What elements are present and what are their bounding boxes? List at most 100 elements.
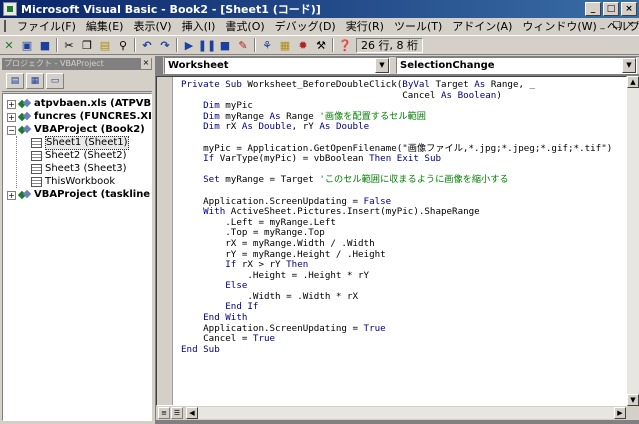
expand-icon[interactable]: + [7,112,16,122]
view-code-icon[interactable]: ▤ [6,72,24,89]
menu-view[interactable]: 表示(V) [128,18,176,34]
scroll-up-icon[interactable]: ▲ [627,76,639,88]
document-icon[interactable] [4,20,6,32]
code-window-header: Worksheet ▼ SelectionChange ▼ [163,57,639,74]
doc-close-button[interactable]: × [624,19,637,31]
undo-icon[interactable]: ↶ [138,37,156,53]
chevron-down-icon[interactable]: ▼ [375,58,389,73]
code-keyword: End If [181,301,259,313]
project-explorer-title-bar[interactable]: プロジェクト - VBAProject × [2,58,152,70]
expand-icon[interactable]: + [7,190,16,200]
tree-node-thisworkbook[interactable]: ThisWorkbook [31,176,115,188]
chevron-down-icon[interactable]: ▼ [622,58,636,73]
code-token: Range, _ [490,79,536,90]
run-icon[interactable]: ▶ [180,37,198,53]
code-token: myPic [225,100,253,112]
design-mode-icon[interactable]: ✎ [234,37,252,53]
window-title: Microsoft Visual Basic - Book2 - [Sheet1… [21,3,321,16]
scroll-left-icon[interactable]: ◀ [186,407,198,419]
menu-addins[interactable]: アドイン(A) [447,18,517,34]
menu-format[interactable]: 書式(O) [220,18,269,34]
code-line[interactable]: Cancel = True [181,333,612,345]
breakpoint-margin[interactable] [157,77,173,405]
procedure-dropdown-value: SelectionChange [400,60,495,71]
expand-icon[interactable]: + [7,99,16,109]
menu-debug[interactable]: デバッグ(D) [270,18,341,34]
tree-node-funcres[interactable]: + funcres (FUNCRES.XLA) [7,111,151,123]
code-line[interactable]: Dim rX As Double, rY As Double [181,122,612,133]
code-text[interactable]: Private Sub Worksheet_BeforeDoubleClick(… [181,79,612,356]
cursor-position-status: 26 行, 8 桁 [356,37,423,53]
doc-restore-button[interactable]: □ [610,19,623,31]
menu-tools[interactable]: ツール(T) [389,18,447,34]
project-explorer-icon[interactable]: ⚘ [258,37,276,53]
scroll-down-icon[interactable]: ▼ [627,394,639,406]
code-token: rX [225,121,242,133]
code-token: .Left = myRange.Left [181,216,336,228]
code-line[interactable]: If VarType(myPic) = vbBoolean Then Exit … [181,153,612,165]
menu-edit[interactable]: 編集(E) [81,18,129,34]
excel-view-icon[interactable]: ✕ [0,37,18,53]
redo-icon[interactable]: ↷ [156,37,174,53]
break-icon[interactable]: ❚❚ [198,37,216,53]
menu-file[interactable]: ファイル(F) [12,18,81,34]
properties-window-icon[interactable]: ▦ [276,37,294,53]
code-window: Worksheet ▼ SelectionChange ▼ Private Su… [155,56,639,424]
doc-minimize-button[interactable]: _ [596,19,609,31]
collapse-icon[interactable]: − [7,125,16,135]
toggle-folders-icon[interactable]: ▭ [46,72,64,89]
cut-icon[interactable]: ✂ [60,37,78,53]
code-token: Application.ScreenUpdating = [181,195,364,207]
object-dropdown[interactable]: Worksheet ▼ [164,57,390,74]
menu-window[interactable]: ウィンドウ(W) [517,18,601,34]
vertical-scrollbar[interactable]: ▲ ▼ [627,76,639,406]
toolbar-separator [56,38,58,52]
code-keyword: With [181,206,231,218]
code-keyword: Then Exit Sub [369,153,442,165]
tree-node-book2[interactable]: − VBAProject (Book2) [7,124,145,136]
procedure-dropdown[interactable]: SelectionChange ▼ [396,57,637,74]
view-object-icon[interactable]: ▦ [26,72,44,89]
sheet-icon [31,138,42,148]
find-icon[interactable]: ⚲ [114,37,132,53]
object-browser-icon[interactable]: ✹ [294,37,312,53]
sheet-icon [31,164,42,174]
tree-node-sheet3[interactable]: Sheet3 (Sheet3) [31,163,127,175]
vbe-app-icon[interactable] [3,2,17,16]
menu-bar: ファイル(F) 編集(E) 表示(V) 挿入(I) 書式(O) デバッグ(D) … [0,18,639,34]
tree-node-sheet2[interactable]: Sheet2 (Sheet2) [31,150,127,162]
maximize-button[interactable]: □ [603,2,619,16]
code-keyword: Private Sub [181,79,248,90]
close-button[interactable]: × [621,2,637,16]
code-token: rY = myRange.Height / .Height [181,248,386,260]
code-keyword: End With [181,312,248,324]
scroll-right-icon[interactable]: ▶ [614,407,626,419]
reset-icon[interactable]: ■ [216,37,234,53]
code-keyword: End Sub [181,343,220,355]
help-icon[interactable]: ❓ [336,37,354,53]
toolbox-icon[interactable]: ⚒ [312,37,330,53]
code-keyword: ByVal [402,79,436,90]
horizontal-scrollbar[interactable]: ◀ ▶ [186,407,626,419]
save-icon[interactable]: ■ [36,37,54,53]
minimize-button[interactable]: _ [585,2,601,16]
tree-node-atpvbaen[interactable]: + atpvbaen.xls (ATPVBAEN [7,98,151,110]
insert-module-icon[interactable]: ▣ [18,37,36,53]
menu-run[interactable]: 実行(R) [341,18,389,34]
full-module-view-icon[interactable]: ☰ [171,407,183,419]
procedure-view-icon[interactable]: ≡ [158,407,170,419]
code-line[interactable]: Set myRange = Target 'このセル範囲に収まるように画像を縮小… [181,175,612,186]
paste-icon[interactable]: ▤ [96,37,114,53]
code-token: myRange = Target [225,174,320,186]
tree-node-sheet1[interactable]: Sheet1 (Sheet1) [31,136,129,150]
menu-insert[interactable]: 挿入(I) [177,18,221,34]
project-tree[interactable]: + atpvbaen.xls (ATPVBAEN + funcres (FUNC… [2,93,152,421]
code-editor[interactable]: Private Sub Worksheet_BeforeDoubleClick(… [156,76,627,406]
code-token: VarType(myPic) = vbBoolean [219,153,370,165]
copy-icon[interactable]: ❐ [78,37,96,53]
project-explorer-close-button[interactable]: × [141,58,151,69]
toolbar-separator [134,38,136,52]
tree-node-taskline[interactable]: + VBAProject (taskline.xla) [7,189,151,201]
code-line[interactable]: End Sub [181,343,612,356]
code-token: .Top = myRange.Top [181,227,325,239]
